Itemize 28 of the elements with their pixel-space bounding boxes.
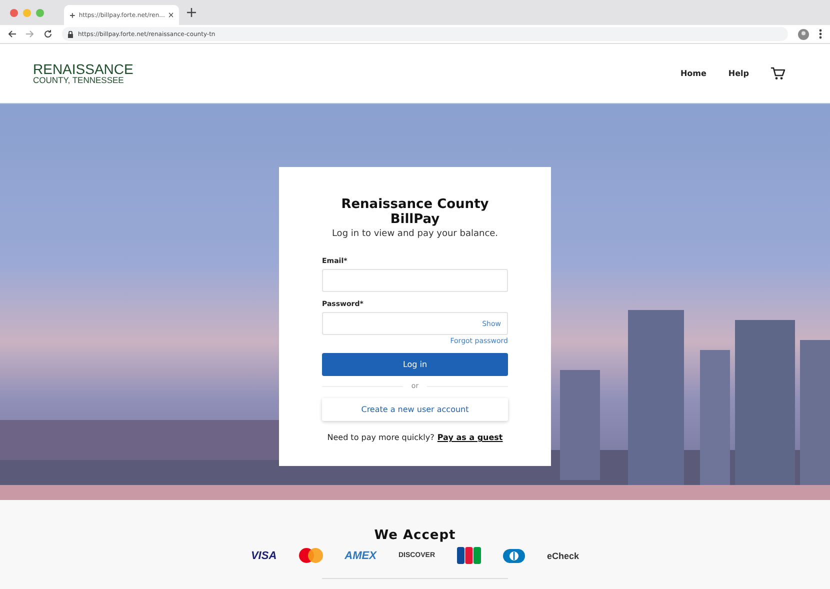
- card-logo: VISA: [250, 550, 277, 562]
- profile-avatar-icon[interactable]: [798, 28, 809, 40]
- card-logo: eCheck: [547, 550, 580, 560]
- create-account-button[interactable]: Create a new user account: [322, 398, 508, 421]
- logo-subtext[interactable]: COUNTY, TENNESSEE: [33, 76, 134, 85]
- window-controls-icon[interactable]: [10, 8, 44, 16]
- accept-title: We Accept: [374, 528, 456, 543]
- login-button[interactable]: Log in: [322, 353, 508, 376]
- close-icon[interactable]: [168, 12, 173, 18]
- reload-icon[interactable]: [44, 30, 52, 38]
- nav-link[interactable]: Home: [680, 69, 706, 78]
- new-tab-icon[interactable]: [187, 8, 196, 17]
- login-title: Renaissance County BillPay: [340, 197, 490, 227]
- mastercard-icon: [298, 548, 323, 563]
- cart-icon[interactable]: [771, 67, 785, 80]
- jcb-icon: [457, 547, 481, 564]
- guest-link[interactable]: Pay as a guest: [437, 433, 503, 442]
- logo-text[interactable]: RENAISSANCE: [33, 62, 134, 76]
- nav-link[interactable]: Help: [728, 69, 749, 78]
- card-logo: AMEX: [344, 550, 376, 562]
- login-subtitle: Log in to view and pay your balance.: [330, 229, 500, 239]
- diners-icon: [503, 548, 525, 562]
- email-field[interactable]: [322, 269, 508, 292]
- lock-icon: [68, 30, 73, 38]
- back-icon[interactable]: [8, 30, 16, 38]
- guest-prompt: Need to pay more quickly?: [327, 433, 434, 442]
- site-icon: [70, 12, 75, 18]
- more-options-icon[interactable]: [819, 29, 822, 39]
